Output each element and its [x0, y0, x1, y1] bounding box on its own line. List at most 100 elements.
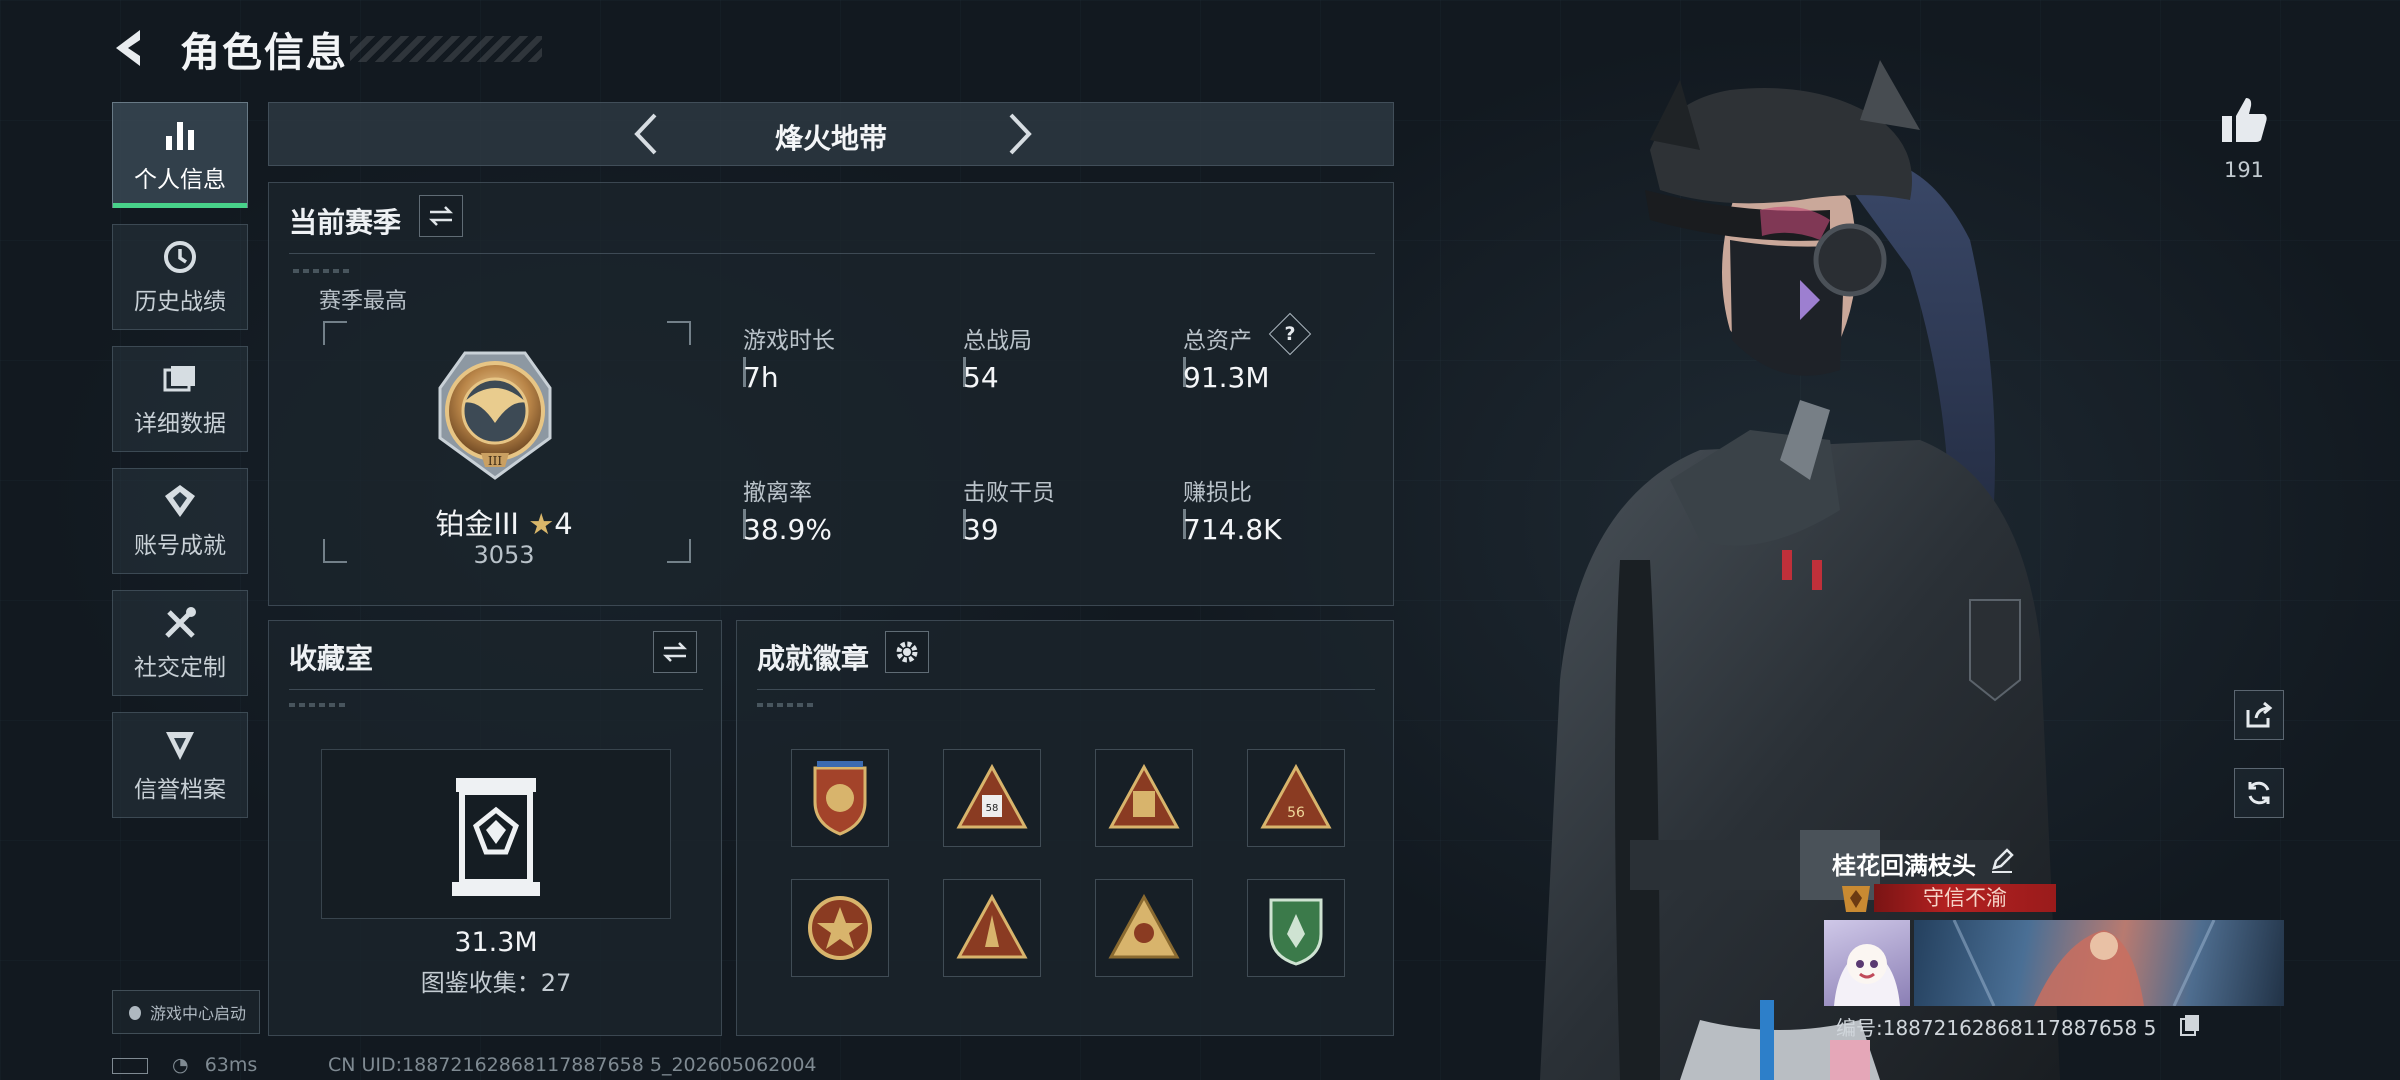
sidebar-item-detailed-data[interactable]: 详细数据 — [112, 346, 248, 452]
sidebar-item-social-custom[interactable]: 社交定制 — [112, 590, 248, 696]
badge-shield-icon — [813, 761, 867, 836]
achievement-badge[interactable] — [1095, 879, 1193, 977]
frame-corner — [323, 321, 347, 345]
rank-emblem-icon: III — [438, 351, 552, 480]
bar-chart-icon — [166, 122, 194, 150]
collection-value: 31.3M — [454, 927, 538, 958]
rank-stars: 4 — [554, 507, 573, 541]
ping-value: 63ms — [204, 1054, 258, 1076]
season-panel: 当前赛季 赛季最高 III 铂金III ★4 3053 游戏时长 7h 总战局 — [268, 182, 1394, 606]
achievement-badge[interactable] — [1247, 879, 1345, 977]
achievement-badge[interactable] — [943, 879, 1041, 977]
rank-name: 铂金III — [435, 507, 519, 541]
achievement-icon — [165, 485, 195, 517]
divider — [757, 689, 1375, 690]
copy-icon[interactable] — [2178, 1012, 2202, 1036]
stat-value: 54 — [963, 361, 999, 394]
next-mode-arrow-icon[interactable] — [995, 111, 1041, 157]
player-banner[interactable] — [1914, 920, 2284, 1006]
sidebar-item-label: 信誉档案 — [134, 777, 226, 803]
like-count: 191 — [2223, 158, 2265, 182]
page-title: 角色信息 — [180, 30, 348, 76]
stat-label: 赚损比 — [1183, 480, 1252, 506]
decoration — [289, 703, 349, 707]
rank-line: 铂金III ★4 — [269, 501, 739, 543]
gear-icon — [896, 641, 918, 663]
player-avatar[interactable] — [1824, 920, 1910, 1006]
season-switch-button[interactable] — [419, 195, 463, 237]
collection-switch-button[interactable] — [653, 631, 697, 673]
achievement-badge[interactable] — [791, 879, 889, 977]
reputation-icon — [166, 732, 194, 760]
stat-value: 39 — [963, 513, 999, 546]
badges-settings-button[interactable] — [885, 631, 929, 673]
sidebar-item-personal-info[interactable]: 个人信息 — [112, 102, 248, 208]
badge-triangle-icon: 58 — [956, 763, 1028, 829]
achievement-badge[interactable] — [1095, 749, 1193, 847]
badge-triangle-icon — [956, 893, 1028, 959]
collection-panel: 收藏室 31.3M 图鉴收集：27 — [268, 620, 722, 1036]
rank-score: 3053 — [473, 541, 535, 569]
svg-text:III: III — [488, 454, 502, 468]
launch-label: 游戏中心启动 — [149, 1004, 246, 1023]
decoration — [293, 269, 353, 273]
back-arrow-icon[interactable] — [110, 26, 154, 70]
stat-label: 撤离率 — [743, 480, 812, 506]
decoration — [757, 703, 817, 707]
star-icon: ★ — [528, 507, 555, 541]
title-decoration — [350, 36, 542, 62]
thumbs-up-icon[interactable] — [2216, 92, 2272, 148]
player-uid: 编号:18872162868117887658 5 — [1836, 1016, 2157, 1040]
season-title: 当前赛季 — [289, 206, 402, 239]
sidebar-item-history[interactable]: 历史战绩 — [112, 224, 248, 330]
badges-title: 成就徽章 — [757, 642, 870, 675]
player-nickname: 桂花回满枝头 — [1832, 852, 1976, 880]
tools-icon — [165, 607, 196, 638]
stat-value: 714.8K — [1183, 513, 1282, 546]
achievement-badge[interactable] — [791, 749, 889, 847]
network-status: ◔ 63ms — [112, 1054, 257, 1076]
game-center-launch-button[interactable]: 游戏中心启动 — [112, 990, 260, 1034]
badge-triangle-icon — [1108, 763, 1180, 829]
swap-icon — [662, 642, 688, 662]
refresh-icon — [2248, 781, 2270, 805]
sidebar-item-label: 社交定制 — [134, 655, 226, 681]
sidebar-item-label: 个人信息 — [134, 167, 226, 193]
honor-emblem-icon — [1842, 886, 1870, 912]
sidebar-item-label: 详细数据 — [134, 411, 226, 437]
edit-pencil-icon[interactable] — [1988, 846, 2016, 874]
season-best-label: 赛季最高 — [319, 289, 408, 314]
frame-corner — [667, 321, 691, 345]
sidebar-item-label: 账号成就 — [134, 533, 226, 559]
mode-title: 烽火地带 — [774, 122, 887, 155]
history-clock-icon — [164, 241, 196, 273]
swap-icon — [428, 206, 454, 226]
penguin-icon — [128, 1006, 141, 1020]
stat-value: 38.9% — [743, 513, 832, 546]
achievement-badge[interactable]: 56 — [1247, 749, 1345, 847]
share-button[interactable] — [2234, 690, 2284, 740]
honor-title-badge: 守信不渝 — [1874, 884, 2056, 912]
stat-label: 击败干员 — [963, 480, 1055, 506]
divider — [289, 689, 703, 690]
display-case-icon — [452, 778, 540, 896]
sidebar-item-label: 历史战绩 — [134, 289, 226, 315]
badge-green-shield-icon — [1269, 898, 1323, 966]
avatar-image — [1834, 944, 1900, 1006]
stat-label: 总资产 — [1183, 328, 1252, 354]
help-icon: ? — [1284, 323, 1296, 345]
cn-uid: CN UID:18872162868117887658 5_2026050620… — [328, 1054, 817, 1076]
collection-title: 收藏室 — [289, 642, 374, 675]
svg-text:58: 58 — [986, 803, 999, 814]
sidebar-item-reputation[interactable]: 信誉档案 — [112, 712, 248, 818]
stat-value: 7h — [743, 361, 779, 394]
achievement-badge[interactable]: 58 — [943, 749, 1041, 847]
mode-selector: 烽火地带 — [268, 102, 1394, 166]
badges-panel: 成就徽章 58 56 — [736, 620, 1394, 1036]
battery-icon — [112, 1057, 148, 1074]
folder-icon — [163, 366, 195, 392]
collection-display[interactable] — [321, 749, 671, 919]
refresh-button[interactable] — [2234, 768, 2284, 818]
sidebar-item-achievements[interactable]: 账号成就 — [112, 468, 248, 574]
badge-round-icon — [808, 896, 872, 960]
